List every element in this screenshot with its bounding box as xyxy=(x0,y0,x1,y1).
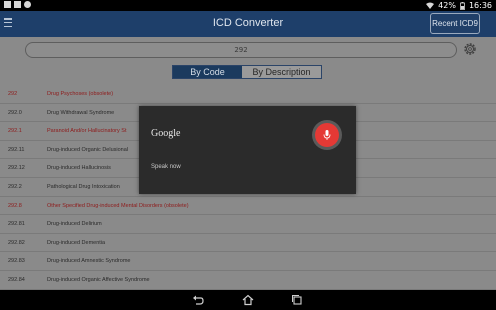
tab-by-description[interactable]: By Description xyxy=(242,66,321,78)
app-bar: ICD Converter Recent ICD9 xyxy=(0,11,496,37)
table-row[interactable]: 292.82 Drug-induced Dementia xyxy=(0,234,496,253)
voice-search-dialog: Google Speak now xyxy=(139,106,356,194)
row-description: Paranoid And/or Hallucinatory St xyxy=(47,128,127,135)
row-code: 292.1 xyxy=(8,128,22,135)
row-description: Drug-induced Organic Delusional xyxy=(47,146,129,153)
row-code: 292 xyxy=(8,91,18,97)
navigation-bar xyxy=(0,290,496,310)
row-code: 292.81 xyxy=(8,221,25,228)
search-input[interactable]: 292 xyxy=(25,42,457,58)
back-icon[interactable] xyxy=(192,294,204,306)
usb-icon xyxy=(4,1,11,8)
app-title: ICD Converter xyxy=(212,17,284,29)
row-code: 292.0 xyxy=(8,109,22,116)
gear-icon[interactable] xyxy=(462,41,478,57)
tab-by-code[interactable]: By Code xyxy=(173,66,243,78)
row-code: 292.2 xyxy=(8,183,22,190)
battery-icon xyxy=(460,1,465,10)
table-row[interactable]: 292 Drug Psychoses (obsolete) xyxy=(0,85,496,104)
table-row[interactable]: 292.83 Drug-induced Amnestic Syndrome xyxy=(0,252,496,271)
recent-icd9-button[interactable]: Recent ICD9 xyxy=(430,13,480,34)
row-description: Drug Psychoses (obsolete) xyxy=(47,91,114,97)
row-description: Pathological Drug Intoxication xyxy=(47,183,120,190)
mic-button[interactable] xyxy=(315,123,339,147)
row-code: 292.11 xyxy=(8,146,25,153)
row-code: 292.82 xyxy=(8,239,25,246)
speak-now-prompt: Speak now xyxy=(151,164,181,170)
row-description: Drug-induced Hallucinosis xyxy=(47,165,111,172)
notification-icon xyxy=(14,1,21,8)
row-code: 292.83 xyxy=(8,258,25,265)
row-description: Drug-induced Dementia xyxy=(47,239,106,246)
row-description: Drug-induced Amnestic Syndrome xyxy=(47,258,131,265)
home-icon[interactable] xyxy=(242,294,254,306)
android-icon xyxy=(24,1,31,8)
recents-icon[interactable] xyxy=(291,294,303,306)
row-description: Other Specified Drug-induced Mental Diso… xyxy=(47,202,189,209)
status-bar: 42% 16:36 xyxy=(0,0,496,11)
row-code: 292.12 xyxy=(8,165,25,172)
table-row[interactable]: 292.81 Drug-induced Delirium xyxy=(0,215,496,234)
wifi-icon xyxy=(426,2,435,9)
row-description: Drug Withdrawal Syndrome xyxy=(47,109,115,116)
row-code: 292.8 xyxy=(8,202,22,209)
row-description: Drug-induced Organic Affective Syndrome xyxy=(47,276,150,283)
table-row[interactable]: 292.8 Other Specified Drug-induced Mental… xyxy=(0,197,496,216)
view-tabs: By Code By Description xyxy=(172,65,322,79)
microphone-icon xyxy=(323,129,331,140)
row-code: 292.84 xyxy=(8,276,25,283)
google-logo: Google xyxy=(151,128,181,139)
battery-percent: 42% xyxy=(438,1,456,10)
row-description: Drug-induced Delirium xyxy=(47,221,102,228)
table-row[interactable]: 292.84 Drug-induced Organic Affective Syn… xyxy=(0,271,496,290)
clock: 16:36 xyxy=(468,1,492,10)
